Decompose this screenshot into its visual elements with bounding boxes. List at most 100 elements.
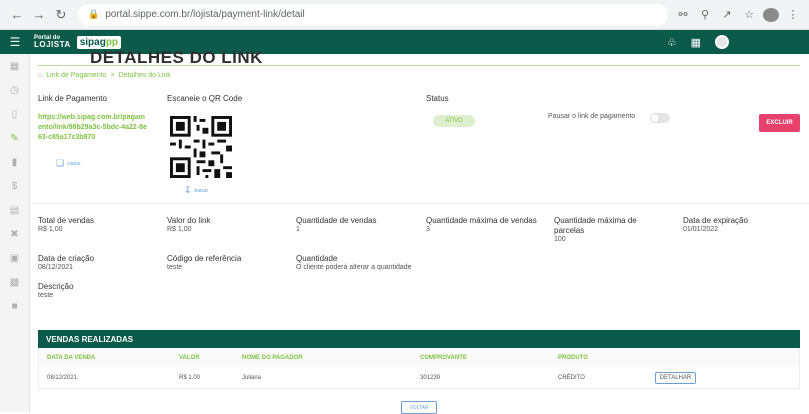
browser-toolbar: ← → ↻ 🔒 portal.sippe.com.br/lojista/paym… <box>0 0 809 30</box>
reference-code-value: teste <box>167 264 183 271</box>
description-label: Descrição <box>38 282 74 291</box>
profile-icon[interactable] <box>763 7 779 22</box>
max-installments-value: 100 <box>554 236 566 243</box>
sidebar-item-home[interactable]: ▦ <box>0 54 29 78</box>
pause-link-label: Pausar o link de pagamento <box>548 113 636 120</box>
key-icon[interactable]: ⚯ <box>675 8 691 21</box>
column-header-receipt: COMPROVANTE <box>420 354 467 361</box>
cell-receipt: 301239 <box>420 374 441 381</box>
download-qr-button[interactable]: ↧ baixar <box>184 185 208 196</box>
sipag-logo-suffix: pp <box>105 36 119 48</box>
title-divider <box>38 65 800 66</box>
hamburger-menu-icon[interactable]: ☰ <box>0 35 30 49</box>
download-icon: ↧ <box>184 185 192 195</box>
back-arrow-icon[interactable]: ← <box>6 4 28 26</box>
sales-count-label: Quantidade de vendas <box>296 216 377 225</box>
creation-date-label: Data de criação <box>38 254 95 263</box>
payment-link-url[interactable]: https://web.sipag.com.br/pagamento/link/… <box>38 113 148 143</box>
delete-button[interactable]: EXCLUIR <box>759 114 800 132</box>
home-icon[interactable]: ⌂ <box>38 72 42 79</box>
qr-label: Escaneie o QR Code <box>167 94 243 103</box>
reload-icon[interactable]: ↻ <box>50 4 72 26</box>
star-icon[interactable]: ☆ <box>741 8 757 21</box>
link-value-label: Valor do link <box>167 216 211 225</box>
sidebar: ▦ ◷ ▯ ✎ ▮ $ ▤ ✖ ▣ ▩ ■ <box>0 54 30 412</box>
breadcrumb: ⌂ Link de Pagamento > Detalhes do Link <box>38 72 171 79</box>
cell-payer: Juliana <box>242 374 262 381</box>
brand-logo[interactable]: Portal do LOJISTA sipagpp <box>34 35 122 49</box>
download-label: baixar <box>194 187 209 194</box>
sales-table-header: DATA DA VENDA VALOR NOME DO PAGADOR COMP… <box>38 348 800 367</box>
sidebar-item-calendar[interactable]: ▣ <box>0 246 29 270</box>
apps-grid-icon[interactable]: ▦ <box>691 36 701 49</box>
sidebar-item-finance[interactable]: $ <box>0 174 29 198</box>
breadcrumb-link-payment[interactable]: Link de Pagamento <box>46 72 106 79</box>
bar-chart-icon: ▮ <box>11 156 18 168</box>
sales-count-value: 1 <box>296 226 300 233</box>
forward-arrow-icon[interactable]: → <box>28 4 50 26</box>
status-label: Status <box>426 94 449 103</box>
max-sales-value: 3 <box>426 226 430 233</box>
sidebar-item-mobile[interactable]: ▯ <box>0 102 29 126</box>
browser-actions: ⚯ ⚲ ↗ ☆ ⋮ <box>675 7 809 22</box>
document-icon: ▤ <box>9 204 20 216</box>
back-button[interactable]: VOLTAR <box>401 401 437 414</box>
brand-portal-bottom: LOJISTA <box>34 40 71 49</box>
expiration-date-label: Data de expiração <box>683 216 748 225</box>
sidebar-item-more[interactable]: ■ <box>0 294 29 318</box>
avatar[interactable] <box>715 35 729 49</box>
bell-icon[interactable]: ♧ <box>667 36 677 49</box>
tools-icon: ✖ <box>10 228 19 240</box>
table-row: 08/12/2021 R$ 1,00 Juliana 301239 CRÉDIT… <box>38 367 800 389</box>
copy-label: copiar <box>67 160 81 167</box>
sidebar-item-tools[interactable]: ✖ <box>0 222 29 246</box>
zoom-icon[interactable]: ⚲ <box>697 8 713 21</box>
lock-icon: 🔒 <box>88 9 100 19</box>
url-text: portal.sippe.com.br/lojista/payment-link… <box>105 9 305 20</box>
total-sales-label: Total de vendas <box>38 216 95 225</box>
section-divider <box>30 203 809 204</box>
sidebar-item-reports[interactable]: ▮ <box>0 150 29 174</box>
max-sales-label: Quantidade máxima de vendas <box>426 216 537 225</box>
breadcrumb-separator: > <box>110 72 115 79</box>
sidebar-item-link[interactable]: ✎ <box>0 126 29 150</box>
expiration-date-value: 01/01/2022 <box>683 226 719 233</box>
quantity-value: O cliente poderá alterar a quantidade <box>296 264 412 271</box>
sidebar-item-pos[interactable]: ▩ <box>0 270 29 294</box>
grid-icon: ▦ <box>9 60 20 72</box>
address-bar[interactable]: 🔒 portal.sippe.com.br/lojista/payment-li… <box>78 3 668 26</box>
detail-button[interactable]: DETALHAR <box>655 371 696 384</box>
clock-icon: ◷ <box>10 84 19 96</box>
column-header-product: PRODUTO <box>558 354 588 361</box>
toggle-knob <box>651 114 659 122</box>
puzzle-icon: ■ <box>11 300 18 312</box>
sidebar-item-clock[interactable]: ◷ <box>0 78 29 102</box>
sipag-logo-text: sipag <box>79 36 106 48</box>
link-value-value: R$ 1,00 <box>167 226 192 233</box>
quantity-label: Quantidade <box>296 254 338 263</box>
total-sales-value: R$ 1,00 <box>38 226 63 233</box>
max-installments-label: Quantidade máxima de parcelas <box>554 216 637 235</box>
pause-link-toggle[interactable] <box>650 113 670 123</box>
more-icon[interactable]: ⋮ <box>785 8 801 21</box>
cell-date: 08/12/2021 <box>47 374 78 381</box>
description-value: teste <box>38 292 54 299</box>
share-icon[interactable]: ↗ <box>719 8 735 21</box>
copy-icon: ❏ <box>56 158 65 168</box>
calendar-icon: ▣ <box>9 252 20 264</box>
sales-table: VENDAS REALIZADAS DATA DA VENDA VALOR NO… <box>38 330 800 389</box>
main-content: DETALHES DO LINK ⌂ Link de Pagamento > D… <box>30 48 809 414</box>
sidebar-item-document[interactable]: ▤ <box>0 198 29 222</box>
mobile-icon: ▯ <box>11 108 18 120</box>
reference-code-label: Código de referência <box>167 254 242 263</box>
qr-code-image <box>170 116 232 178</box>
breadcrumb-current: Detalhes do Link <box>118 72 171 79</box>
copy-link-button[interactable]: ❏ copiar <box>56 158 81 169</box>
column-header-payer: NOME DO PAGADOR <box>242 354 303 361</box>
creation-date-value: 08/12/2021 <box>38 264 74 271</box>
link-label: Link de Pagamento <box>38 94 107 103</box>
dollar-icon: $ <box>11 180 18 192</box>
column-header-date: DATA DA VENDA <box>47 354 96 361</box>
link-icon: ✎ <box>10 132 19 144</box>
cell-value: R$ 1,00 <box>179 374 201 381</box>
